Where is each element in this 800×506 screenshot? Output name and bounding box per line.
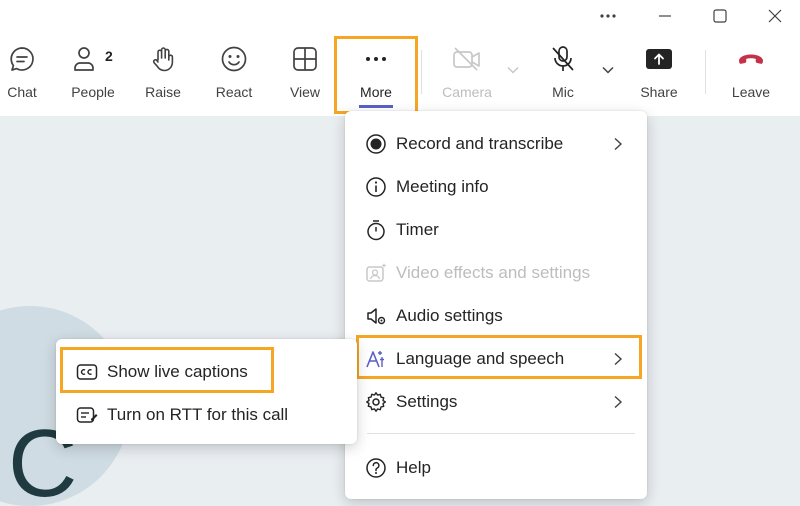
mic-off-icon [548,44,578,74]
toolbar-divider [421,50,422,94]
language-submenu: Show live captions Turn on RTT for this … [56,339,357,444]
people-label: People [71,84,115,100]
video-effects-icon [365,262,387,284]
menu-item-help[interactable]: Help [345,450,647,486]
meeting-toolbar: Chat 2 People Raise React View More Came… [0,32,800,116]
smile-icon [219,44,249,74]
chevron-right-icon [611,351,625,367]
more-dots-icon [361,44,391,74]
menu-item-language-and-speech[interactable]: Language and speech [345,341,647,377]
chevron-right-icon [611,136,625,152]
maximize-icon[interactable] [697,0,743,32]
share-icon [644,44,674,74]
menu-item-video-effects: Video effects and settings [345,255,647,291]
menu-item-meeting-info[interactable]: Meeting info [345,169,647,205]
cc-icon [76,361,98,383]
menu-item-label: Help [396,458,431,477]
mic-label: Mic [552,84,574,100]
gear-icon [365,391,387,413]
people-count: 2 [105,48,113,64]
menu-item-settings[interactable]: Settings [345,384,647,420]
leave-button[interactable]: Leave [721,44,781,108]
menu-item-label: Meeting info [396,177,489,196]
menu-item-label: Settings [396,392,458,411]
hang-up-icon [736,44,766,74]
help-icon [365,457,387,479]
record-icon [365,133,387,155]
rtt-icon [76,404,98,426]
camera-label: Camera [442,84,492,100]
info-icon [365,176,387,198]
menu-item-label: Timer [396,220,439,239]
menu-divider [367,433,635,434]
timer-icon [365,219,387,241]
menu-item-label: Audio settings [396,306,503,325]
camera-button[interactable]: Camera [437,44,497,108]
menu-item-record[interactable]: Record and transcribe [345,126,647,162]
people-button[interactable]: 2 People [63,44,123,108]
share-button[interactable]: Share [629,44,689,108]
people-icon: 2 [74,44,113,74]
menu-item-label: Language and speech [396,349,565,368]
menu-item-audio-settings[interactable]: Audio settings [345,298,647,334]
menu-item-timer[interactable]: Timer [345,212,647,248]
camera-chevron-down-icon[interactable] [505,62,521,78]
chevron-right-icon [611,394,625,410]
share-label: Share [640,84,678,100]
toolbar-divider [705,50,706,94]
submenu-item-label: Turn on RTT for this call [107,405,289,424]
more-menu: Record and transcribe Meeting info Timer… [345,111,647,499]
menu-item-label: Video effects and settings [396,263,591,282]
view-label: View [289,84,321,100]
camera-off-icon [452,44,482,74]
raise-hand-button[interactable]: Raise [133,44,193,108]
chat-icon [7,44,37,74]
close-icon[interactable] [752,0,798,32]
chat-button[interactable]: Chat [0,44,52,108]
chat-label: Chat [7,84,37,100]
more-label: More [360,84,392,100]
view-button[interactable]: View [275,44,335,108]
minimize-icon[interactable] [642,0,688,32]
raise-hand-icon [148,44,178,74]
language-icon [365,348,387,370]
title-bar [0,0,800,32]
speaker-settings-icon [365,305,387,327]
more-button[interactable]: More [346,44,406,108]
more-active-indicator [359,105,393,108]
submenu-item-show-live-captions[interactable]: Show live captions [56,354,357,390]
mic-button[interactable]: Mic [533,44,593,108]
grid-view-icon [290,44,320,74]
submenu-item-rtt[interactable]: Turn on RTT for this call [56,397,357,433]
menu-item-label: Record and transcribe [396,134,564,153]
react-button[interactable]: React [204,44,264,108]
mic-chevron-down-icon[interactable] [600,62,616,78]
raise-label: Raise [145,84,181,100]
react-label: React [215,84,253,100]
leave-label: Leave [731,84,771,100]
more-options-icon[interactable] [585,0,631,32]
submenu-item-label: Show live captions [107,362,248,381]
